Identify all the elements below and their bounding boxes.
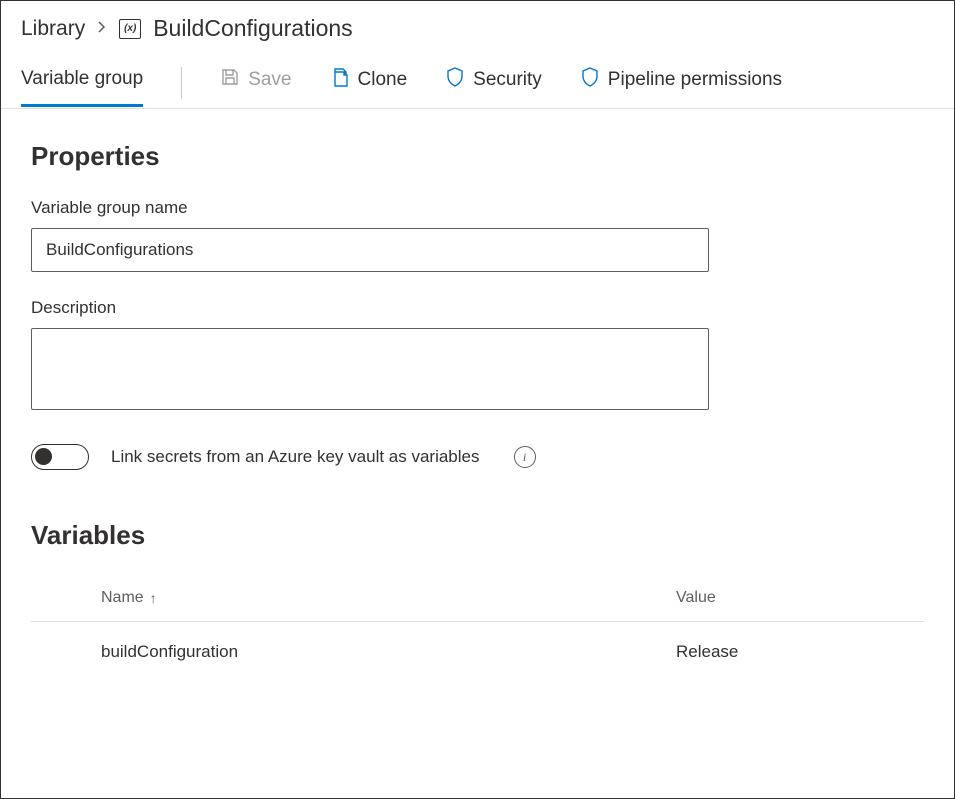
shield-icon <box>445 66 465 94</box>
content: Properties Variable group name Descripti… <box>1 109 954 714</box>
sort-ascending-icon: ↑ <box>150 590 157 606</box>
clone-icon <box>330 66 350 94</box>
field-name: Variable group name <box>31 198 924 272</box>
variables-section: Variables Name ↑ Value buildConfiguratio… <box>31 520 924 682</box>
breadcrumb-root[interactable]: Library <box>21 17 85 41</box>
save-button: Save <box>220 67 291 107</box>
keyvault-toggle[interactable] <box>31 444 89 470</box>
keyvault-toggle-row: Link secrets from an Azure key vault as … <box>31 444 924 470</box>
table-row[interactable]: buildConfiguration Release <box>31 622 924 682</box>
name-label: Variable group name <box>31 198 924 218</box>
column-name[interactable]: Name ↑ <box>101 589 676 607</box>
table-header: Name ↑ Value <box>31 579 924 622</box>
breadcrumb: Library (x) BuildConfigurations <box>1 1 954 50</box>
tab-variable-group[interactable]: Variable group <box>21 68 143 107</box>
variables-table: Name ↑ Value buildConfiguration Release <box>31 579 924 682</box>
variables-heading: Variables <box>31 520 924 551</box>
shield-icon <box>580 66 600 94</box>
variable-group-icon: (x) <box>119 19 141 39</box>
toggle-knob <box>35 448 52 465</box>
pipeline-permissions-button[interactable]: Pipeline permissions <box>580 66 782 108</box>
keyvault-toggle-label: Link secrets from an Azure key vault as … <box>111 447 480 467</box>
name-input[interactable] <box>31 228 709 272</box>
toolbar: Variable group Save Clone Security Pipel… <box>1 50 954 109</box>
page-title: BuildConfigurations <box>153 15 352 42</box>
description-label: Description <box>31 298 924 318</box>
field-description: Description <box>31 298 924 414</box>
info-icon[interactable]: i <box>514 446 536 468</box>
cell-value[interactable]: Release <box>676 642 738 662</box>
column-value[interactable]: Value <box>676 589 716 607</box>
clone-button[interactable]: Clone <box>330 66 408 108</box>
chevron-right-icon <box>97 20 107 37</box>
properties-heading: Properties <box>31 141 924 172</box>
description-input[interactable] <box>31 328 709 410</box>
cell-name[interactable]: buildConfiguration <box>101 642 676 662</box>
divider <box>181 67 182 99</box>
save-icon <box>220 67 240 93</box>
security-button[interactable]: Security <box>445 66 542 108</box>
